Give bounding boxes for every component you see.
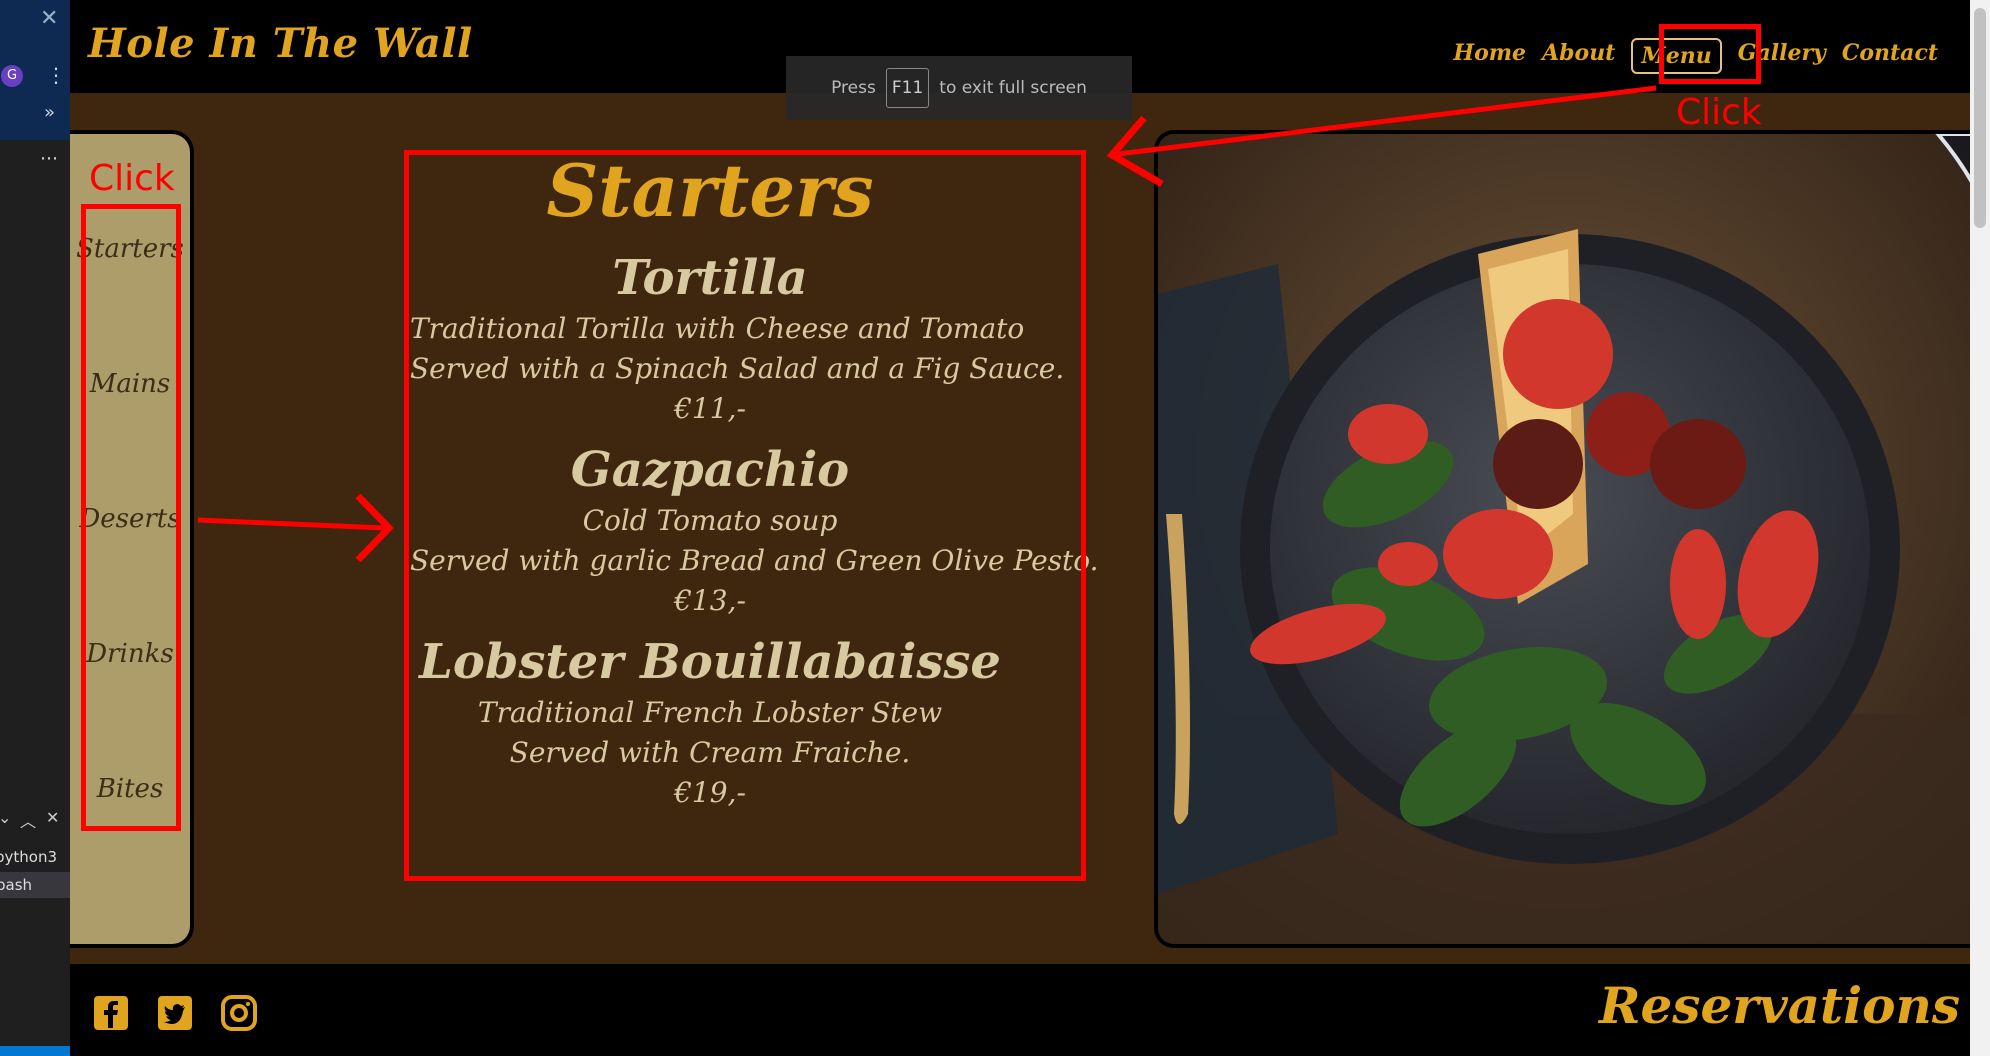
sidebar-item-deserts[interactable]: Deserts bbox=[70, 504, 190, 534]
food-photo-illustration bbox=[1158, 134, 1970, 944]
annotation-click-label: Click bbox=[89, 158, 175, 199]
dish-description: Traditional French Lobster Stew bbox=[477, 696, 943, 729]
close-icon[interactable]: ✕ bbox=[40, 6, 58, 31]
nav-menu[interactable]: Menu bbox=[1631, 38, 1722, 74]
main-nav: Home About Menu Gallery Contact bbox=[1453, 38, 1938, 74]
chevron-double-right-icon[interactable]: » bbox=[44, 102, 55, 123]
close-panel-icon[interactable]: ✕ bbox=[46, 808, 59, 827]
f11-key: F11 bbox=[885, 68, 930, 108]
nav-contact[interactable]: Contact bbox=[1842, 40, 1938, 74]
footer: Reservations bbox=[70, 964, 1970, 1056]
nav-home[interactable]: Home bbox=[1453, 40, 1526, 74]
more-vertical-icon[interactable]: ⋮ bbox=[46, 63, 66, 87]
dish-item: Tortilla Traditional Torilla with Cheese… bbox=[410, 247, 1065, 429]
twitter-icon[interactable] bbox=[156, 994, 194, 1032]
dish-description: Cold Tomato soup bbox=[582, 504, 838, 537]
nav-about[interactable]: About bbox=[1542, 40, 1615, 74]
dish-price: €11,- bbox=[674, 392, 746, 425]
restaurant-website: Hole In The Wall Home About Menu Gallery… bbox=[70, 0, 1970, 1056]
more-horizontal-icon[interactable]: ⋯ bbox=[40, 148, 58, 169]
sidebar-item-bites[interactable]: Bites bbox=[70, 774, 190, 804]
dish-name: Gazpachio bbox=[570, 442, 850, 498]
section-title: Starters bbox=[546, 148, 874, 233]
dish-description: Traditional Torilla with Cheese and Toma… bbox=[410, 312, 1025, 345]
dish-description: Served with a Spinach Salad and a Fig Sa… bbox=[410, 352, 1065, 385]
banner-text: Press bbox=[831, 78, 876, 98]
status-bar bbox=[0, 1046, 70, 1056]
dish-price: €13,- bbox=[674, 584, 746, 617]
fullscreen-exit-banner: Press F11 to exit full screen bbox=[786, 56, 1132, 120]
scrollbar-thumb[interactable] bbox=[1974, 8, 1986, 228]
ide-side-strip: ✕ G ⋮ » ⋯ ⌄ ︿ ✕ python3 bash bbox=[0, 0, 70, 1056]
facebook-icon[interactable] bbox=[92, 994, 130, 1032]
food-photo bbox=[1154, 130, 1970, 948]
menu-panel: Starters Tortilla Traditional Torilla wi… bbox=[410, 145, 1099, 870]
dish-item: Gazpachio Cold Tomato soup Served with g… bbox=[410, 439, 1099, 621]
chevron-down-icon[interactable]: ⌄ bbox=[0, 808, 11, 827]
dish-description: Served with garlic Bread and Green Olive… bbox=[410, 544, 1099, 577]
dish-description: Served with Cream Fraiche. bbox=[509, 736, 911, 769]
instagram-icon[interactable] bbox=[220, 994, 258, 1032]
dish-name: Tortilla bbox=[612, 250, 808, 306]
banner-text: to exit full screen bbox=[939, 78, 1087, 98]
sidebar-item-starters[interactable]: Starters bbox=[70, 234, 190, 264]
terminal-item-python[interactable]: python3 bbox=[0, 848, 57, 866]
avatar[interactable]: G bbox=[1, 65, 23, 87]
sidebar-item-mains[interactable]: Mains bbox=[70, 369, 190, 399]
dish-item: Lobster Bouillabaisse Traditional French… bbox=[410, 631, 1010, 813]
dish-name: Lobster Bouillabaisse bbox=[419, 634, 1001, 690]
chevron-up-icon[interactable]: ︿ bbox=[20, 808, 36, 832]
terminal-item-bash[interactable]: bash bbox=[0, 872, 70, 898]
nav-gallery[interactable]: Gallery bbox=[1738, 40, 1826, 74]
dish-price: €19,- bbox=[674, 776, 746, 809]
brand-logo-text[interactable]: Hole In The Wall bbox=[88, 20, 473, 67]
page-scrollbar[interactable] bbox=[1970, 0, 1990, 1056]
reservations-link[interactable]: Reservations bbox=[1599, 976, 1960, 1035]
sidebar-item-drinks[interactable]: Drinks bbox=[70, 639, 190, 669]
annotation-click-label: Click bbox=[1676, 92, 1762, 133]
menu-category-sidebar: Starters Mains Deserts Drinks Bites bbox=[70, 130, 194, 948]
